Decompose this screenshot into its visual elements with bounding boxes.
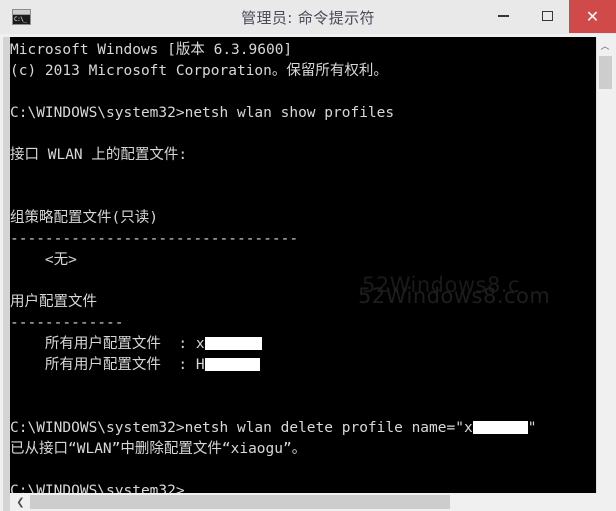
console-line-text bbox=[10, 84, 19, 100]
console-line-text: 组策略配置文件(只读) bbox=[10, 210, 158, 226]
console-line: 接口 WLAN 上的配置文件: bbox=[10, 145, 583, 166]
console-line-text: C:\WINDOWS\system32>netsh wlan delete pr… bbox=[10, 420, 473, 436]
console-line bbox=[10, 271, 583, 292]
scroll-left-icon[interactable]: ❮ bbox=[12, 493, 29, 511]
console-inner: Microsoft Windows [版本 6.3.9600] (c) 2013 … bbox=[3, 37, 613, 511]
console-line: C:\WINDOWS\system32> bbox=[10, 481, 583, 493]
console-line-text: ------------- bbox=[10, 315, 124, 331]
console-line-text: --------------------------------- bbox=[10, 231, 299, 247]
console-line-text bbox=[10, 126, 19, 142]
close-button[interactable]: ✕ bbox=[569, 0, 616, 33]
console-line: --------------------------------- bbox=[10, 229, 583, 250]
console-line-text: 接口 WLAN 上的配置文件: bbox=[10, 147, 188, 163]
console-line-text bbox=[10, 168, 19, 184]
maximize-icon bbox=[541, 11, 553, 21]
window-controls: ✕ bbox=[481, 0, 616, 34]
maximize-button[interactable] bbox=[525, 0, 569, 32]
scroll-up-icon[interactable]: ︿ bbox=[597, 37, 613, 54]
console-line: 所有用户配置文件 : x bbox=[10, 334, 583, 355]
console-line-text bbox=[10, 189, 19, 205]
minimize-icon bbox=[497, 15, 509, 17]
cmd-icon-prompt: C:\_ bbox=[13, 15, 30, 24]
console-line: 用户配置文件 bbox=[10, 292, 583, 313]
console-line-text: 所有用户配置文件 : x bbox=[10, 336, 205, 352]
console-line bbox=[10, 82, 583, 103]
redaction-bar bbox=[204, 358, 260, 371]
minimize-button[interactable] bbox=[481, 0, 525, 32]
titlebar[interactable]: C:\_ 管理员: 命令提示符 ✕ bbox=[0, 0, 616, 34]
console-line bbox=[10, 124, 583, 145]
console-frame: Microsoft Windows [版本 6.3.9600] (c) 2013 … bbox=[0, 34, 616, 511]
console-line-text: <无> bbox=[10, 252, 77, 268]
console-output: Microsoft Windows [版本 6.3.9600] (c) 2013 … bbox=[10, 40, 583, 493]
console-line bbox=[10, 166, 583, 187]
console-line-text: (c) 2013 Microsoft Corporation。保留所有权利。 bbox=[10, 63, 388, 79]
console-line: (c) 2013 Microsoft Corporation。保留所有权利。 bbox=[10, 61, 583, 82]
console-screen[interactable]: Microsoft Windows [版本 6.3.9600] (c) 2013 … bbox=[10, 37, 583, 493]
cmd-icon: C:\_ bbox=[12, 9, 31, 25]
console-line: 组策略配置文件(只读) bbox=[10, 208, 583, 229]
console-line: C:\WINDOWS\system32>netsh wlan show prof… bbox=[10, 103, 583, 124]
console-line-text: C:\WINDOWS\system32>netsh wlan show prof… bbox=[10, 105, 395, 121]
redaction-bar bbox=[472, 421, 528, 434]
console-line-text bbox=[10, 462, 19, 478]
console-line: ------------- bbox=[10, 313, 583, 334]
console-line: Microsoft Windows [版本 6.3.9600] bbox=[10, 40, 583, 61]
console-line: 已从接口“WLAN”中删除配置文件“xiaogu”。 bbox=[10, 439, 583, 460]
console-line: C:\WINDOWS\system32>netsh wlan delete pr… bbox=[10, 418, 583, 439]
command-prompt-window: C:\_ 管理员: 命令提示符 ✕ Microsoft Windows [版本 … bbox=[0, 0, 616, 511]
close-icon: ✕ bbox=[585, 6, 600, 26]
redaction-bar bbox=[204, 337, 262, 350]
console-line bbox=[10, 376, 583, 397]
vertical-scroll-thumb[interactable] bbox=[599, 56, 612, 89]
horizontal-scrollbar[interactable]: ❮ bbox=[10, 493, 613, 511]
console-line bbox=[10, 397, 583, 418]
horizontal-scroll-thumb[interactable] bbox=[30, 495, 450, 509]
console-line: 所有用户配置文件 : H bbox=[10, 355, 583, 376]
console-line-text bbox=[10, 378, 19, 394]
vertical-scrollbar[interactable]: ︿ bbox=[596, 37, 613, 493]
console-line-text-after: " bbox=[527, 420, 537, 436]
console-line bbox=[10, 187, 583, 208]
console-line-text: 用户配置文件 bbox=[10, 294, 97, 310]
scrollbar-corner bbox=[596, 493, 613, 511]
console-line-text: 所有用户配置文件 : H bbox=[10, 357, 205, 373]
console-line-text: 已从接口“WLAN”中删除配置文件“xiaogu”。 bbox=[10, 441, 307, 457]
console-line bbox=[10, 460, 583, 481]
console-line: <无> bbox=[10, 250, 583, 271]
console-line-text: Microsoft Windows [版本 6.3.9600] bbox=[10, 42, 293, 58]
console-line-text: C:\WINDOWS\system32> bbox=[10, 483, 185, 493]
console-line-text bbox=[10, 399, 19, 415]
console-line-text bbox=[10, 273, 19, 289]
